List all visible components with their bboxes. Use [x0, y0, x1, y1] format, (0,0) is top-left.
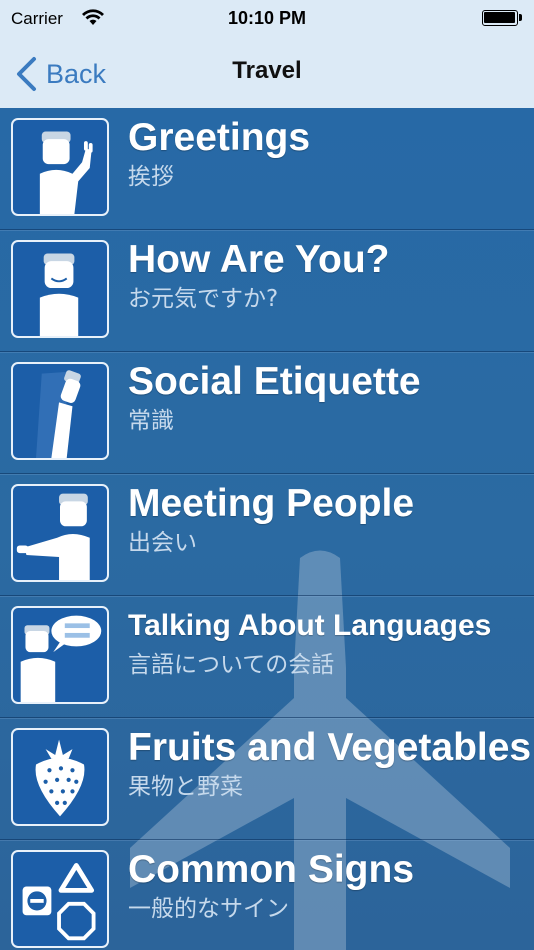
smiling-person-icon	[11, 240, 109, 338]
row-subtitle: 言語についての会話	[128, 652, 335, 678]
list-item-meeting-people[interactable]: Meeting People 出会い	[0, 474, 534, 596]
row-subtitle: お元気ですか?	[128, 286, 279, 312]
list-item-social-etiquette[interactable]: Social Etiquette 常識	[0, 352, 534, 474]
strawberry-icon	[11, 728, 109, 826]
row-title: Meeting People	[128, 482, 415, 525]
bowing-person-icon	[11, 362, 109, 460]
navigation-bar: Back Travel	[0, 38, 534, 109]
waving-person-icon	[11, 118, 109, 216]
list-item-greetings[interactable]: Greetings 挨拶	[0, 108, 534, 230]
row-subtitle: 挨拶	[128, 164, 174, 190]
row-subtitle: 一般的なサイン	[128, 896, 289, 922]
page-title: Travel	[232, 57, 302, 84]
battery-icon	[482, 10, 522, 26]
row-subtitle: 出会い	[128, 530, 197, 556]
row-title: Greetings	[128, 116, 311, 159]
list-item-how-are-you[interactable]: How Are You? お元気ですか?	[0, 230, 534, 352]
row-title: Social Etiquette	[128, 360, 421, 403]
road-signs-icon	[11, 850, 109, 948]
list-item-talking-about-languages[interactable]: Talking About Languages 言語についての会話	[0, 596, 534, 718]
list-item-fruits-and-vegetables[interactable]: Fruits and Vegetables 果物と野菜	[0, 718, 534, 840]
topic-list: Greetings 挨拶 How Are You? お元気ですか? Social…	[0, 108, 534, 950]
row-title: Talking About Languages	[128, 609, 492, 642]
row-title: How Are You?	[128, 238, 390, 281]
row-subtitle: 果物と野菜	[128, 774, 243, 800]
list-item-common-signs[interactable]: Common Signs 一般的なサイン	[0, 840, 534, 950]
row-title: Common Signs	[128, 848, 415, 891]
speech-flag-person-icon	[11, 606, 109, 704]
clock-label: 10:10 PM	[227, 8, 307, 28]
handshake-person-icon	[11, 484, 109, 582]
row-subtitle: 常識	[128, 408, 174, 434]
row-title: Fruits and Vegetables	[128, 726, 532, 769]
status-bar: Carrier 10:10 PM	[0, 0, 534, 38]
